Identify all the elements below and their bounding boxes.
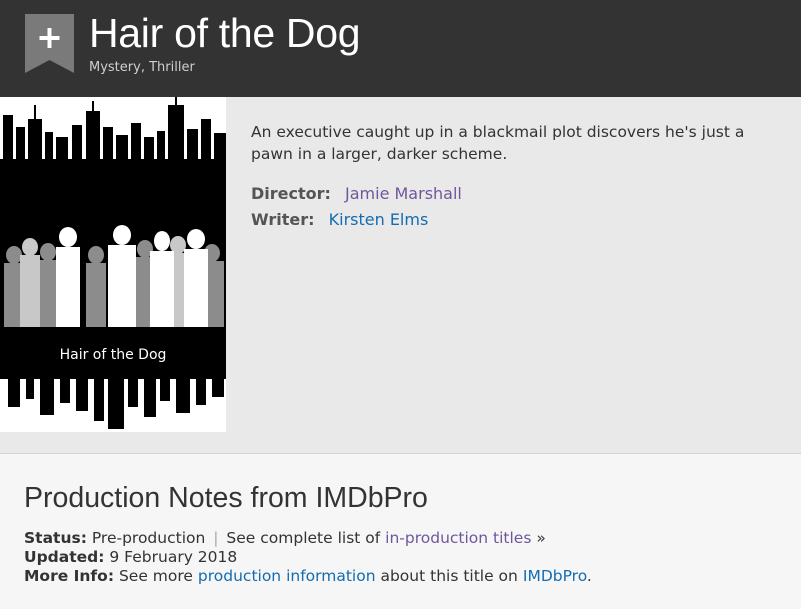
status-row: Status: Pre-production | See complete li… [24,529,546,548]
plot-summary: An executive caught up in a blackmail pl… [251,123,745,163]
poster-image[interactable]: Hair of the Dog [0,97,226,432]
updated-row: Updated: 9 February 2018 [24,548,237,567]
director-link[interactable]: Jamie Marshall [345,184,462,203]
more-info-label: More Info: [24,567,115,585]
status-value: Pre-production [91,529,206,547]
status-label: Status: [24,529,87,547]
updated-label: Updated: [24,548,105,566]
writer-credit: Writer: Kirsten Elms [251,209,428,231]
production-notes-section: Production Notes from IMDbPro Status: Pr… [0,454,801,609]
updated-value: 9 February 2018 [109,548,238,566]
separator: | [213,529,219,547]
title-overview: Hair of the Dog An executive caught up i… [0,97,801,454]
raquo-icon: » [536,529,546,547]
writer-label: Writer: [251,210,315,229]
period: . [586,567,592,585]
see-more-text: See more [118,567,193,585]
more-info-row: More Info: See more production informati… [24,567,592,586]
production-notes-heading: Production Notes from IMDbPro [24,482,428,514]
imdbpro-link[interactable]: IMDbPro [523,567,587,585]
about-text: about this title on [380,567,518,585]
add-to-watchlist-button[interactable] [25,14,74,73]
poster-caption: Hair of the Dog [60,347,167,363]
production-information-link[interactable]: production information [198,567,376,585]
in-production-titles-link[interactable]: in-production titles [385,529,531,547]
director-label: Director: [251,184,331,203]
director-credit: Director: Jamie Marshall [251,183,462,205]
genre-list: Mystery, Thriller [89,60,195,75]
page-title: Hair of the Dog [89,10,361,56]
writer-link[interactable]: Kirsten Elms [329,210,429,229]
see-list-text: See complete list of [226,529,381,547]
title-header: Hair of the Dog Mystery, Thriller [0,0,801,97]
